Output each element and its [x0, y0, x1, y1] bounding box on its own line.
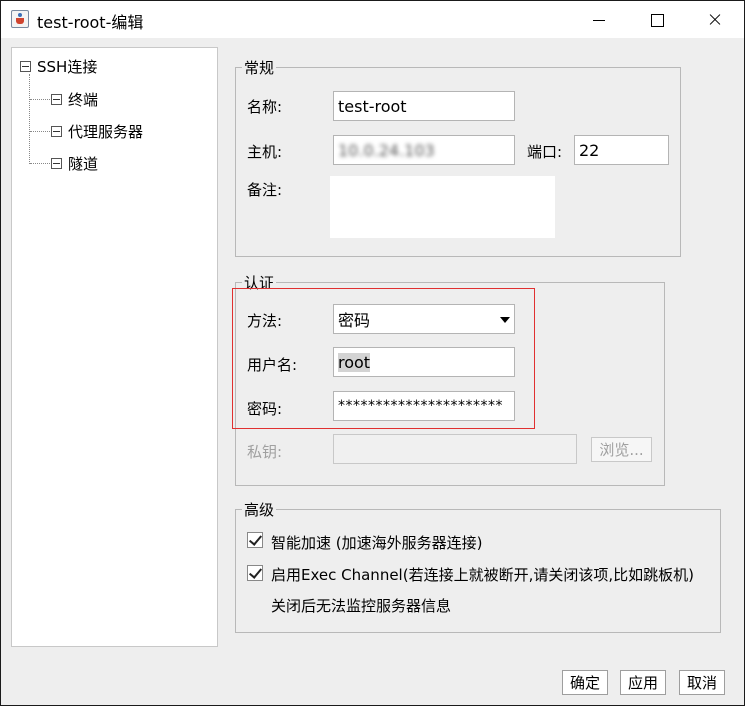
settings-tree: SSH连接 终端 代理服务器 隧道 [11, 47, 218, 647]
note-label: 备注: [247, 181, 283, 199]
general-legend: 常规 [242, 57, 277, 78]
host-label: 主机: [247, 143, 283, 161]
apply-button[interactable]: 应用 [620, 670, 666, 695]
tree-item-tunnel[interactable]: 隧道 [51, 152, 98, 174]
minimize-icon[interactable] [576, 1, 622, 38]
tree-item-label: 代理服务器 [68, 122, 144, 141]
apply-button-label: 应用 [627, 674, 658, 692]
browse-button-label: 浏览... [599, 441, 644, 459]
private-key-label: 私钥: [247, 443, 283, 461]
port-input[interactable]: 22 [574, 135, 669, 165]
name-input-value: test-root [338, 96, 407, 116]
name-label: 名称: [247, 98, 283, 116]
browse-button[interactable]: 浏览... [591, 437, 652, 462]
tree-connector-line [30, 163, 50, 164]
tree-item-ssh[interactable]: SSH连接 [20, 55, 97, 77]
close-icon[interactable] [691, 1, 737, 38]
highlight-annotation-box [232, 288, 535, 429]
ok-button-label: 确定 [569, 674, 600, 692]
advanced-legend: 高级 [242, 499, 277, 520]
tree-connector-line [30, 99, 50, 100]
exec-channel-checkbox[interactable] [247, 565, 263, 581]
private-key-input[interactable] [333, 434, 577, 464]
port-label: 端口: [527, 143, 563, 161]
tree-item-label: SSH连接 [37, 57, 98, 76]
collapse-icon[interactable] [51, 93, 62, 105]
collapse-icon[interactable] [20, 60, 31, 72]
tree-item-label: 隧道 [68, 154, 99, 173]
host-input-value: 10.0.24.103 [338, 140, 435, 160]
tree-connector-line [30, 131, 50, 132]
cancel-button[interactable]: 取消 [679, 670, 725, 695]
port-input-value: 22 [579, 140, 600, 160]
maximize-icon[interactable] [633, 1, 679, 38]
java-app-icon [11, 10, 29, 28]
tree-connector-line [29, 74, 30, 164]
tree-item-terminal[interactable]: 终端 [51, 88, 98, 110]
collapse-icon[interactable] [51, 125, 62, 137]
ok-button[interactable]: 确定 [562, 670, 608, 695]
exec-channel-note: 关闭后无法监控服务器信息 [271, 597, 452, 615]
name-input[interactable]: test-root [333, 91, 515, 121]
edit-session-window: test-root-编辑 SSH连接 终端 代理服务器 隧道 常规 名称: te… [0, 0, 745, 706]
cancel-button-label: 取消 [686, 674, 717, 692]
title-bar[interactable]: test-root-编辑 [1, 1, 744, 38]
exec-channel-label[interactable]: 启用Exec Channel(若连接上就被断开,请关闭该项,比如跳板机) [271, 564, 694, 585]
accel-checkbox[interactable] [247, 532, 263, 548]
accel-label[interactable]: 智能加速 (加速海外服务器连接) [271, 532, 482, 553]
tree-item-label: 终端 [68, 90, 99, 109]
host-input[interactable]: 10.0.24.103 [333, 135, 515, 165]
tree-item-proxy[interactable]: 代理服务器 [51, 120, 143, 142]
note-textarea[interactable] [330, 176, 555, 238]
window-title: test-root-编辑 [37, 13, 144, 32]
collapse-icon[interactable] [51, 157, 62, 169]
